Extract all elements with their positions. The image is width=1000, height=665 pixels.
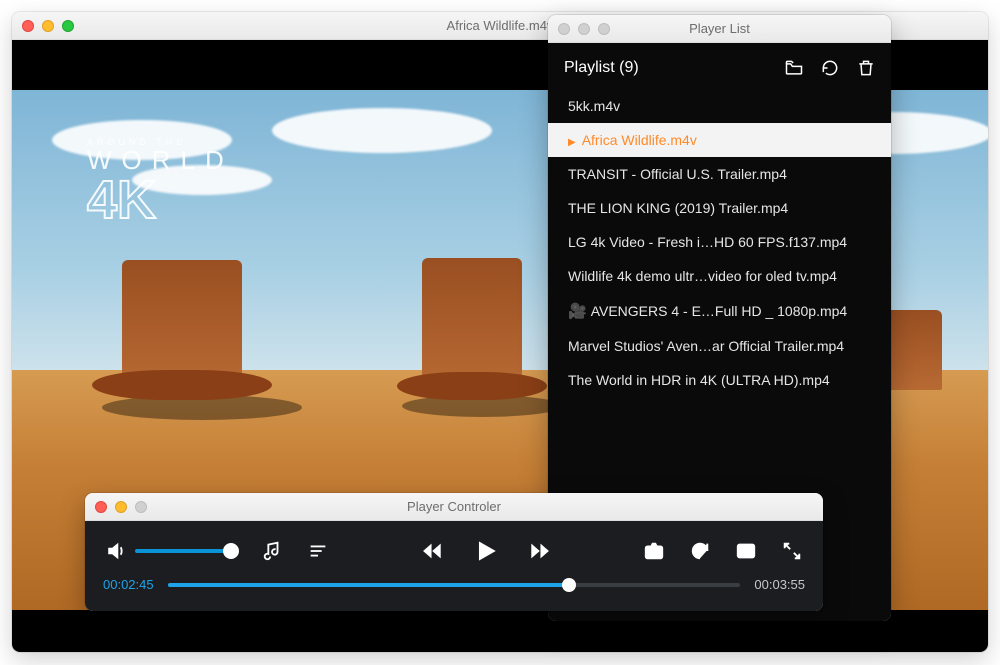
pip-icon[interactable]: [733, 538, 759, 564]
playlist-titlebar[interactable]: Player List: [548, 15, 891, 43]
volume-slider[interactable]: [135, 549, 231, 553]
playlist-icon[interactable]: [305, 538, 331, 564]
playlist-item[interactable]: Wildlife 4k demo ultr…video for oled tv.…: [548, 259, 891, 293]
playlist-item[interactable]: Marvel Studios' Aven…ar Official Trailer…: [548, 329, 891, 363]
close-icon[interactable]: [95, 501, 107, 513]
playlist-item-label: Marvel Studios' Aven…ar Official Trailer…: [568, 338, 844, 354]
rewind-icon[interactable]: [419, 538, 445, 564]
total-duration: 00:03:55: [754, 577, 805, 592]
playlist-item[interactable]: LG 4k Video - Fresh i…HD 60 FPS.f137.mp4: [548, 225, 891, 259]
playlist-item[interactable]: 5kk.m4v: [548, 89, 891, 123]
zoom-icon[interactable]: [598, 23, 610, 35]
zoom-icon[interactable]: [62, 20, 74, 32]
playlist-item-label: LG 4k Video - Fresh i…HD 60 FPS.f137.mp4: [568, 234, 847, 250]
video-watermark: AROUND THE WORLD 4K: [87, 138, 234, 227]
zoom-icon[interactable]: [135, 501, 147, 513]
playlist-item[interactable]: 🎥AVENGERS 4 - E…Full HD _ 1080p.mp4: [548, 293, 891, 329]
playlist-item-label: TRANSIT - Official U.S. Trailer.mp4: [568, 166, 787, 182]
playlist-heading: Playlist (9): [564, 59, 639, 77]
playlist-item-label: Wildlife 4k demo ultr…video for oled tv.…: [568, 268, 837, 284]
loop-icon[interactable]: [687, 538, 713, 564]
playlist-item-label: AVENGERS 4 - E…Full HD _ 1080p.mp4: [591, 303, 848, 319]
playlist-item-label: 5kk.m4v: [568, 98, 620, 114]
snapshot-icon[interactable]: [641, 538, 667, 564]
playlist-item-label: The World in HDR in 4K (ULTRA HD).mp4: [568, 372, 830, 388]
progress-slider[interactable]: [168, 583, 741, 587]
close-icon[interactable]: [22, 20, 34, 32]
open-folder-icon[interactable]: [783, 57, 805, 79]
fullscreen-icon[interactable]: [779, 538, 805, 564]
close-icon[interactable]: [558, 23, 570, 35]
playlist-item[interactable]: The World in HDR in 4K (ULTRA HD).mp4: [548, 363, 891, 397]
music-note-icon[interactable]: [259, 538, 285, 564]
controller-window: Player Controler: [85, 493, 823, 611]
playlist-item-label: Africa Wildlife.m4v: [582, 132, 697, 148]
playlist-item[interactable]: THE LION KING (2019) Trailer.mp4: [548, 191, 891, 225]
minimize-icon[interactable]: [115, 501, 127, 513]
playlist-item[interactable]: Africa Wildlife.m4v: [548, 123, 891, 157]
minimize-icon[interactable]: [578, 23, 590, 35]
forward-icon[interactable]: [527, 538, 553, 564]
playlist-item-label: THE LION KING (2019) Trailer.mp4: [568, 200, 788, 216]
trash-icon[interactable]: [855, 57, 877, 79]
repeat-icon[interactable]: [819, 57, 841, 79]
playlist-item[interactable]: TRANSIT - Official U.S. Trailer.mp4: [548, 157, 891, 191]
minimize-icon[interactable]: [42, 20, 54, 32]
play-icon[interactable]: [473, 538, 499, 564]
elapsed-time: 00:02:45: [103, 577, 154, 592]
controller-titlebar[interactable]: Player Controler: [85, 493, 823, 521]
controller-title: Player Controler: [85, 499, 823, 514]
volume-icon[interactable]: [103, 538, 129, 564]
video-file-icon: 🎥: [568, 303, 587, 320]
